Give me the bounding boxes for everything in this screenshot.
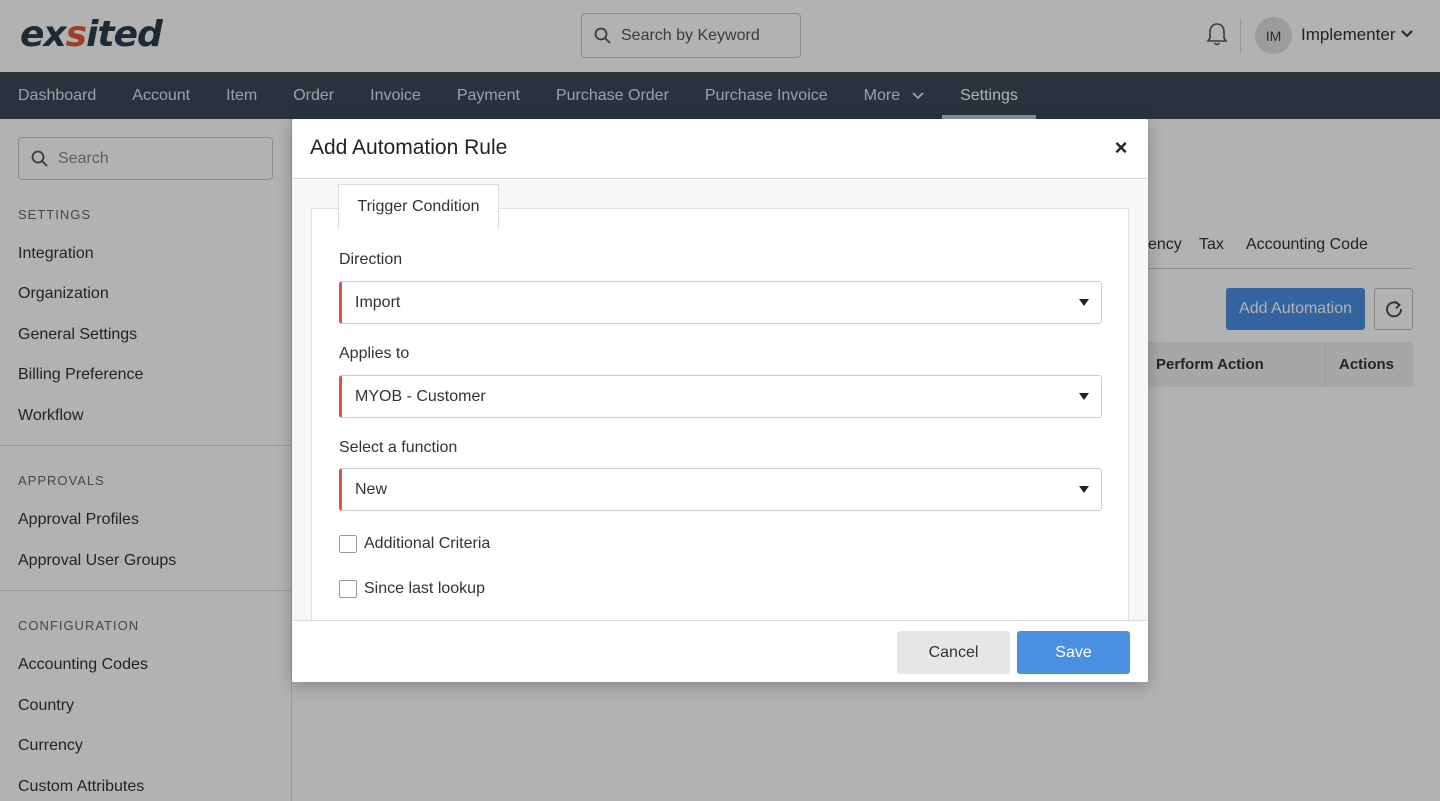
modal-title: Add Automation Rule	[310, 136, 508, 159]
additional-criteria-checkbox[interactable]	[339, 535, 357, 553]
direction-value: Import	[355, 293, 401, 311]
close-icon[interactable]: ×	[1110, 137, 1132, 159]
additional-criteria-row[interactable]: Additional Criteria	[339, 535, 490, 553]
modal-body: Trigger Condition Direction Import Appli…	[292, 180, 1148, 620]
modal-footer: Cancel Save	[292, 620, 1148, 682]
additional-criteria-label: Additional Criteria	[364, 535, 491, 552]
caret-down-icon	[1079, 393, 1089, 400]
direction-label: Direction	[339, 251, 403, 268]
function-select[interactable]: New	[339, 468, 1102, 511]
tab-trigger-condition[interactable]: Trigger Condition	[338, 184, 499, 230]
function-label: Select a function	[339, 439, 458, 456]
since-last-lookup-checkbox[interactable]	[339, 580, 357, 598]
applies-to-value: MYOB - Customer	[355, 387, 486, 405]
applies-to-select[interactable]: MYOB - Customer	[339, 375, 1102, 418]
modal-header: Add Automation Rule ×	[292, 119, 1148, 179]
trigger-condition-panel: Direction Import Applies to MYOB - Custo…	[311, 208, 1129, 620]
save-button[interactable]: Save	[1017, 631, 1130, 674]
direction-select[interactable]: Import	[339, 281, 1102, 324]
caret-down-icon	[1079, 299, 1089, 306]
add-automation-rule-dialog: Add Automation Rule × Trigger Condition …	[292, 119, 1148, 682]
applies-to-label: Applies to	[339, 345, 410, 362]
since-last-lookup-label: Since last lookup	[364, 580, 485, 597]
caret-down-icon	[1079, 486, 1089, 493]
since-last-lookup-row[interactable]: Since last lookup	[339, 580, 485, 598]
function-value: New	[355, 480, 388, 498]
cancel-button[interactable]: Cancel	[897, 631, 1010, 674]
